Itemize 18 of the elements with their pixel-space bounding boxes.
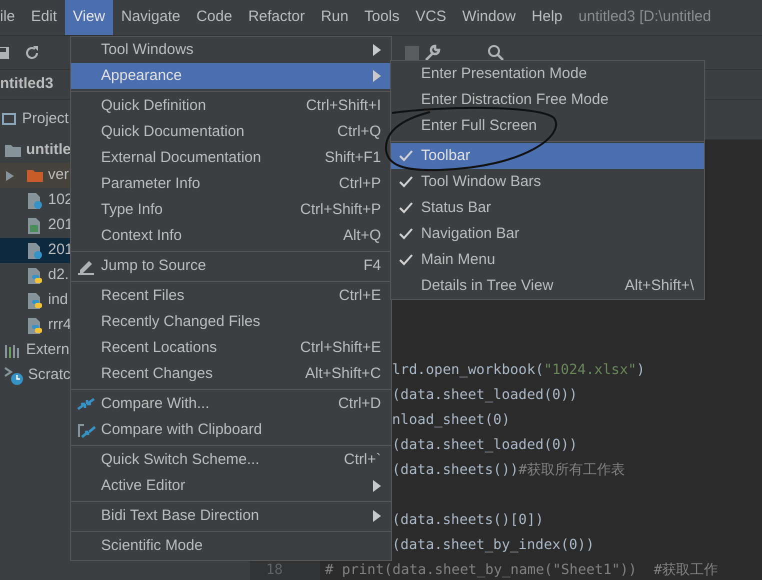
tree-item-label: d2. bbox=[48, 265, 69, 286]
tree-item-label: 201 bbox=[48, 215, 74, 236]
code-line: (data.sheet_loaded(0)) bbox=[392, 386, 578, 405]
tree-item-label: ver bbox=[48, 165, 69, 186]
code-line: (data.sheets()[0]) bbox=[392, 511, 544, 530]
code-line: lrd.open_workbook("1024.xlsx") bbox=[392, 361, 645, 380]
code-line: # print(data.sheet_by_name("Sheet1")) #获取工作 bbox=[325, 561, 718, 580]
tree-item-label: untitle bbox=[26, 140, 71, 160]
code-line: (data.sheets())#获取所有工作表 bbox=[392, 461, 625, 480]
tree-item-label: ind bbox=[48, 290, 68, 310]
window-title: untitled3 [D:\untitled bbox=[578, 7, 712, 28]
code-line: (data.sheet_loaded(0)) bbox=[392, 436, 578, 455]
code-line: (data.sheet_by_index(0)) bbox=[392, 536, 594, 555]
tree-item-label: Extern bbox=[26, 340, 70, 360]
tree-item-label: Scratc bbox=[28, 365, 71, 386]
code-line: nload_sheet(0) bbox=[392, 411, 510, 430]
tree-item-label: rrr4 bbox=[48, 315, 72, 336]
tree-item-label: 201 bbox=[48, 240, 74, 260]
